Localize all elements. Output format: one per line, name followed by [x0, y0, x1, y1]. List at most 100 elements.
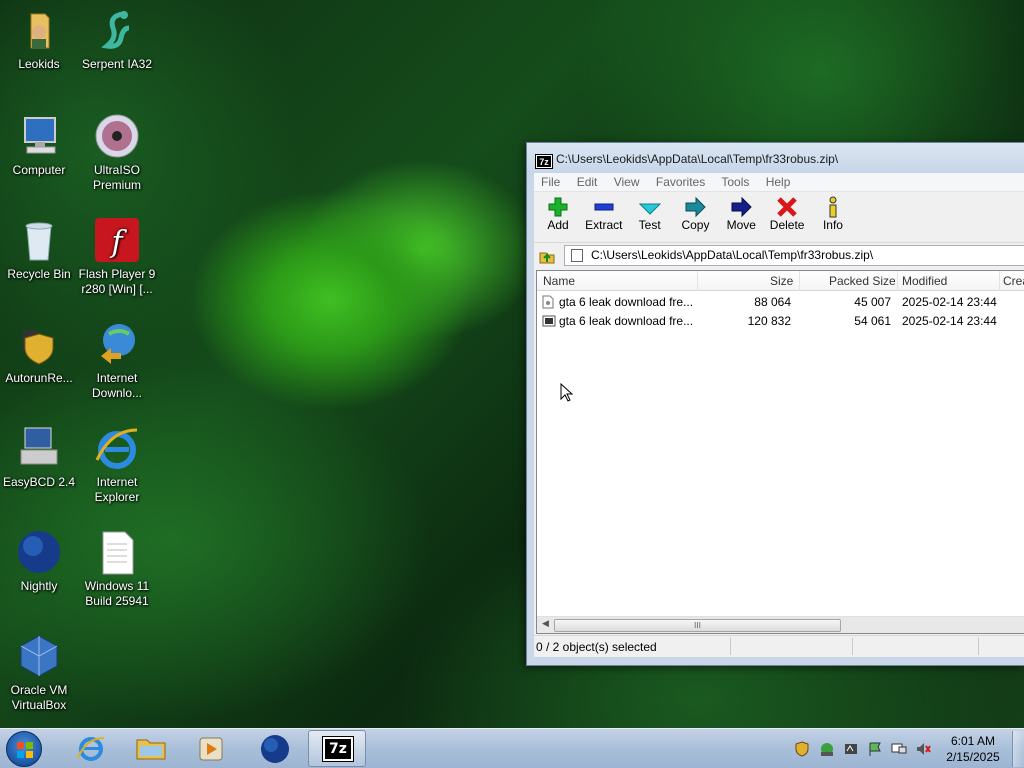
scroll-thumb[interactable]: III [554, 619, 841, 632]
taskbar-file-explorer[interactable] [122, 730, 180, 767]
network-globe-tray-icon[interactable] [819, 741, 835, 757]
window-client-area: File Edit View Favorites Tools Help Add … [534, 173, 1024, 657]
desktop-icon-computer[interactable]: Computer [0, 112, 78, 178]
file-modified: 2025-02-14 23:44 [902, 314, 997, 328]
column-separator[interactable] [799, 271, 800, 291]
menu-file[interactable]: File [541, 175, 560, 189]
file-modified: 2025-02-14 23:44 [902, 295, 997, 309]
taskbar-7zip[interactable]: 7z [308, 730, 366, 767]
taskbar-nightly[interactable] [246, 730, 304, 767]
autorun-shield-icon [15, 320, 63, 368]
test-label: Test [638, 218, 661, 232]
action-center-flag-icon[interactable] [867, 741, 883, 757]
desktop-icon-label: Windows 11 Build 25941 [84, 579, 150, 608]
desktop-icon-label: Oracle VM VirtualBox [10, 683, 68, 712]
menu-edit[interactable]: Edit [577, 175, 598, 189]
volume-muted-icon[interactable] [915, 741, 931, 757]
info-icon [812, 196, 854, 218]
delete-x-icon [766, 196, 808, 218]
desktop-icon-leokids[interactable]: Leokids [0, 6, 78, 72]
column-size[interactable]: Size [770, 274, 793, 288]
test-button[interactable]: Test [629, 196, 671, 232]
move-button[interactable]: Move [720, 196, 762, 232]
copy-button[interactable]: Copy [674, 196, 716, 232]
desktop-icon-label: Serpent IA32 [81, 57, 153, 71]
column-created[interactable]: Crea [1003, 274, 1024, 288]
status-text: 0 / 2 object(s) selected [536, 640, 657, 654]
column-separator[interactable] [697, 271, 698, 291]
column-separator[interactable] [999, 271, 1000, 291]
desktop-icon-label: Recycle Bin [7, 267, 71, 281]
add-label: Add [547, 218, 569, 232]
folder-path-icon [571, 249, 583, 262]
extract-button[interactable]: Extract [583, 196, 625, 232]
add-button[interactable]: Add [537, 196, 579, 232]
column-packed-size[interactable]: Packed Size [829, 274, 896, 288]
desktop-icon-label: EasyBCD 2.4 [2, 475, 76, 489]
menu-favorites[interactable]: Favorites [656, 175, 705, 189]
desktop-icon-label: Flash Player 9 r280 [Win] [... [78, 267, 156, 296]
table-row[interactable]: gta 6 leak download fre... 88 064 45 007… [537, 293, 1024, 312]
menu-view[interactable]: View [614, 175, 640, 189]
delete-button[interactable]: Delete [766, 196, 808, 232]
recycle-bin-icon [15, 216, 63, 264]
desktop-icon-virtualbox[interactable]: Oracle VM VirtualBox [0, 632, 78, 713]
delete-label: Delete [769, 218, 805, 232]
display-tray-icon[interactable] [891, 741, 907, 757]
internet-explorer-icon [93, 424, 141, 472]
7zip-window[interactable]: 7z C:\Users\Leokids\AppData\Local\Temp\fr… [526, 142, 1024, 666]
start-button[interactable] [6, 731, 42, 767]
desktop-icon-label: Leokids [18, 57, 60, 71]
desktop-icon-flash-player[interactable]: f Flash Player 9 r280 [Win] [... [78, 216, 156, 297]
taskbar-clock[interactable]: 6:01 AM 2/15/2025 [930, 733, 1016, 765]
menu-tools[interactable]: Tools [721, 175, 749, 189]
column-separator[interactable] [897, 271, 898, 291]
menu-bar: File Edit View Favorites Tools Help [534, 173, 1024, 192]
desktop-icon-ultraiso[interactable]: UltraISO Premium [78, 112, 156, 193]
horizontal-scrollbar[interactable]: ◀ III [537, 616, 1024, 633]
address-path: C:\Users\Leokids\AppData\Local\Temp\fr33… [591, 248, 874, 262]
taskbar: 7z 6:01 AM 2/15/2025 [0, 728, 1024, 768]
up-folder-icon[interactable] [538, 247, 556, 265]
vpn-tray-icon[interactable] [843, 741, 859, 757]
taskbar-internet-explorer[interactable] [62, 730, 120, 767]
taskbar-media-player[interactable] [182, 730, 240, 767]
move-arrow-icon [720, 196, 762, 218]
easybcd-icon [15, 424, 63, 472]
desktop-icon-internet-explorer[interactable]: Internet Explorer [78, 424, 156, 505]
internet-explorer-icon [77, 737, 105, 761]
extract-label: Extract [585, 218, 623, 232]
menu-help[interactable]: Help [766, 175, 791, 189]
plus-icon [537, 196, 579, 218]
window-title: C:\Users\Leokids\AppData\Local\Temp\fr33… [556, 152, 839, 166]
desktop-icon-serpent[interactable]: Serpent IA32 [78, 6, 156, 72]
desktop-icon-autorun[interactable]: AutorunRe... [0, 320, 78, 386]
virtualbox-icon [15, 632, 63, 680]
window-titlebar[interactable]: 7z C:\Users\Leokids\AppData\Local\Temp\fr… [527, 143, 1024, 175]
desktop-icon-label: UltraISO Premium [92, 163, 141, 192]
address-field[interactable]: C:\Users\Leokids\AppData\Local\Temp\fr33… [564, 245, 1024, 266]
address-bar: C:\Users\Leokids\AppData\Local\Temp\fr33… [534, 242, 1024, 268]
user-folder-icon [15, 6, 63, 54]
serpent-icon [93, 6, 141, 54]
file-packed-size: 54 061 [854, 314, 891, 328]
column-name[interactable]: Name [543, 274, 575, 288]
desktop-icon-label: Nightly [20, 579, 58, 593]
column-modified[interactable]: Modified [902, 274, 947, 288]
table-row[interactable]: gta 6 leak download fre... 120 832 54 06… [537, 312, 1024, 331]
file-list[interactable]: Name Size Packed Size Modified Crea gta … [536, 270, 1024, 634]
desktop-icon-windows11-build[interactable]: Windows 11 Build 25941 [78, 528, 156, 609]
desktop-icon-easybcd[interactable]: EasyBCD 2.4 [0, 424, 78, 490]
text-file-icon [93, 528, 141, 576]
show-desktop-button[interactable] [1012, 731, 1024, 767]
flash-icon: f [93, 216, 141, 264]
desktop-icon-recycle-bin[interactable]: Recycle Bin [0, 216, 78, 282]
nightly-globe-icon [261, 735, 289, 763]
shield-tray-icon[interactable] [794, 741, 810, 757]
desktop-icon-label: Internet Explorer [94, 475, 140, 504]
desktop-icon-label: AutorunRe... [5, 371, 73, 385]
info-button[interactable]: Info [812, 196, 854, 232]
scroll-left-icon[interactable]: ◀ [542, 619, 549, 629]
desktop-icon-nightly[interactable]: Nightly [0, 528, 78, 594]
desktop-icon-internet-download[interactable]: Internet Downlo... [78, 320, 156, 401]
